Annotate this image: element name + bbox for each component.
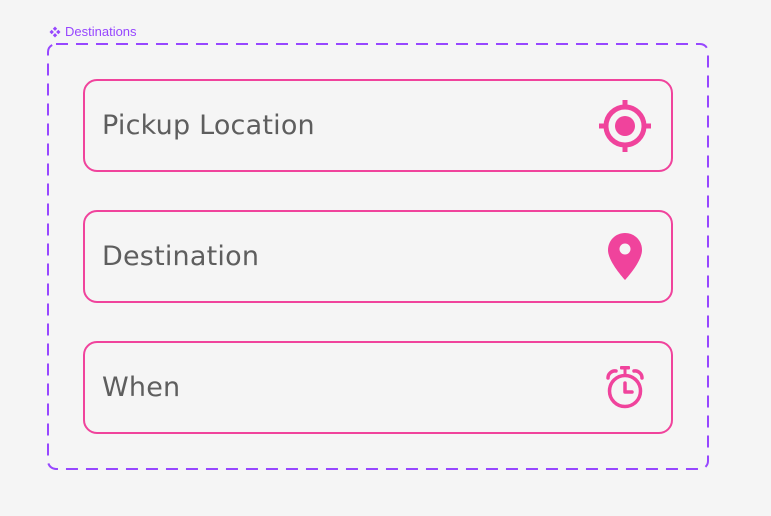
pickup-location-field[interactable]: Pickup Location [83,79,673,172]
destination-field[interactable]: Destination [83,210,673,303]
map-pin-icon[interactable] [597,229,653,285]
when-placeholder: When [102,372,181,403]
when-field[interactable]: When [83,341,673,434]
pickup-location-placeholder: Pickup Location [102,110,315,141]
alarm-clock-icon[interactable] [597,360,653,416]
crosshair-target-icon[interactable] [597,98,653,154]
component-diamond-icon [49,26,61,38]
component-label-text: Destinations [65,24,137,39]
component-label: Destinations [49,24,137,40]
destination-placeholder: Destination [102,241,260,272]
